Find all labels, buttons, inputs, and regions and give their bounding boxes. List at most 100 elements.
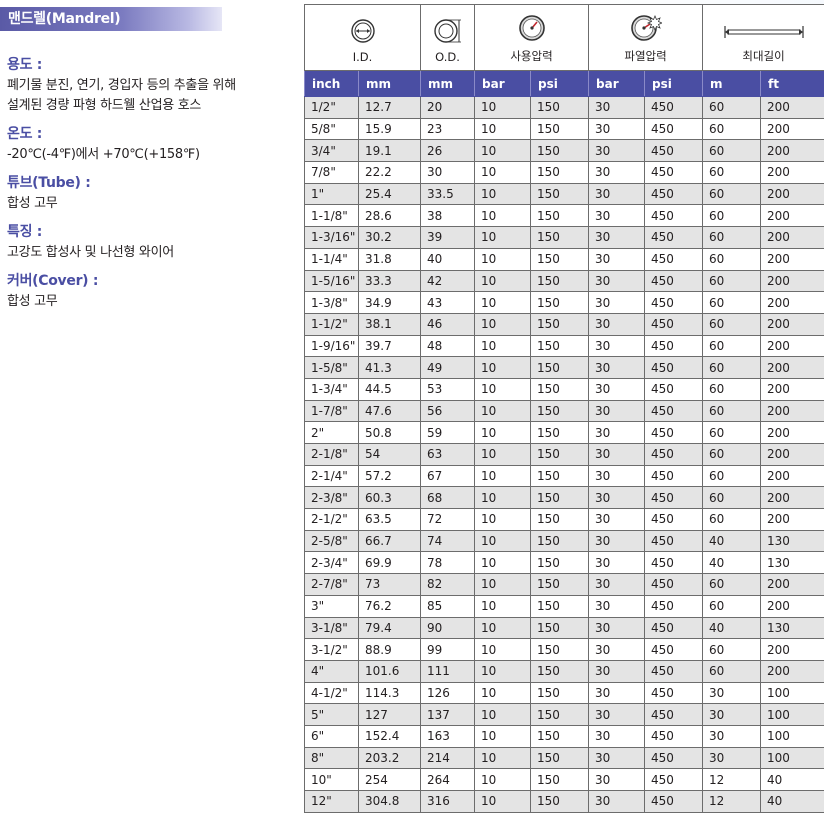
header-label: 사용압력 — [510, 49, 552, 63]
table-cell: 66.7 — [359, 530, 421, 552]
table-cell: 1-5/16" — [305, 270, 359, 292]
table-cell: 12.7 — [359, 97, 421, 119]
table-row: 10"25426410150304501240 — [305, 769, 824, 791]
unit-header: psi — [531, 71, 589, 97]
table-cell: 60 — [703, 639, 761, 661]
table-cell: 450 — [645, 509, 703, 531]
table-cell: 30 — [703, 682, 761, 704]
table-cell: 30 — [589, 509, 645, 531]
table-cell: 60 — [703, 378, 761, 400]
table-cell: 10 — [475, 205, 531, 227]
table-cell: 150 — [531, 205, 589, 227]
table-cell: 90 — [421, 617, 475, 639]
table-cell: 6" — [305, 725, 359, 747]
pressure-gauge-icon — [518, 14, 546, 42]
table-cell: 450 — [645, 378, 703, 400]
table-cell: 130 — [761, 530, 824, 552]
table-cell: 10 — [475, 444, 531, 466]
spec-value: 합성 고무 — [7, 292, 297, 312]
table-cell: 130 — [761, 617, 824, 639]
table-cell: 1-3/16" — [305, 227, 359, 249]
table-cell: 150 — [531, 292, 589, 314]
table-cell: 10 — [475, 552, 531, 574]
table-cell: 30 — [589, 292, 645, 314]
table-cell: 2-3/4" — [305, 552, 359, 574]
table-cell: 30 — [589, 162, 645, 184]
table-cell: 8" — [305, 747, 359, 769]
table-cell: 10 — [475, 747, 531, 769]
table-row: 1-3/4"44.553101503045060200 — [305, 378, 824, 400]
table-cell: 10 — [475, 704, 531, 726]
table-cell: 111 — [421, 660, 475, 682]
table-cell: 150 — [531, 183, 589, 205]
table-cell: 30 — [589, 465, 645, 487]
table-cell: 60 — [703, 487, 761, 509]
table-cell: 254 — [359, 769, 421, 791]
table-cell: 200 — [761, 205, 824, 227]
table-cell: 450 — [645, 617, 703, 639]
spec-cover: 커버(Cover) : 합성 고무 — [7, 270, 297, 312]
table-cell: 10 — [475, 617, 531, 639]
table-cell: 33.3 — [359, 270, 421, 292]
header-burst-pressure: 파열압력 — [589, 5, 703, 71]
table-cell: 10 — [475, 357, 531, 379]
table-cell: 450 — [645, 313, 703, 335]
header-label: 최대길이 — [742, 49, 784, 63]
table-cell: 10" — [305, 769, 359, 791]
table-cell: 60 — [703, 227, 761, 249]
table-cell: 150 — [531, 313, 589, 335]
table-cell: 1-9/16" — [305, 335, 359, 357]
table-cell: 150 — [531, 791, 589, 813]
table-row: 3"76.285101503045060200 — [305, 595, 824, 617]
table-cell: 19.1 — [359, 140, 421, 162]
table-cell: 316 — [421, 791, 475, 813]
table-row: 5"127137101503045030100 — [305, 704, 824, 726]
table-cell: 40 — [421, 248, 475, 270]
table-cell: 30 — [589, 660, 645, 682]
table-cell: 2" — [305, 422, 359, 444]
table-row: 2"50.859101503045060200 — [305, 422, 824, 444]
table-cell: 450 — [645, 725, 703, 747]
table-cell: 1-7/8" — [305, 400, 359, 422]
spec-usage: 용도 : 폐기물 분진, 연기, 경입자 등의 추출을 위해 설계된 경량 파형… — [7, 54, 297, 116]
unit-header-row: inch mm mm bar psi bar psi m ft — [305, 71, 824, 97]
header-inner-diameter: I.D. — [305, 5, 421, 71]
table-cell: 10 — [475, 530, 531, 552]
table-cell: 150 — [531, 574, 589, 596]
table-row: 4"101.6111101503045060200 — [305, 660, 824, 682]
table-cell: 150 — [531, 747, 589, 769]
table-cell: 450 — [645, 595, 703, 617]
table-cell: 200 — [761, 335, 824, 357]
table-cell: 10 — [475, 660, 531, 682]
table-cell: 43 — [421, 292, 475, 314]
table-cell: 450 — [645, 118, 703, 140]
table-cell: 200 — [761, 400, 824, 422]
table-cell: 69.9 — [359, 552, 421, 574]
table-cell: 1/2" — [305, 97, 359, 119]
table-cell: 60 — [703, 357, 761, 379]
table-cell: 114.3 — [359, 682, 421, 704]
table-cell: 10 — [475, 509, 531, 531]
table-cell: 30 — [589, 639, 645, 661]
table-cell: 150 — [531, 465, 589, 487]
table-cell: 60 — [703, 509, 761, 531]
table-cell: 150 — [531, 725, 589, 747]
table-cell: 22.2 — [359, 162, 421, 184]
table-row: 2-1/4"57.267101503045060200 — [305, 465, 824, 487]
table-cell: 15.9 — [359, 118, 421, 140]
table-cell: 10 — [475, 574, 531, 596]
table-cell: 30 — [589, 205, 645, 227]
table-cell: 200 — [761, 97, 824, 119]
table-cell: 30 — [589, 552, 645, 574]
table-cell: 60.3 — [359, 487, 421, 509]
table-cell: 2-1/8" — [305, 444, 359, 466]
table-row: 3/4"19.126101503045060200 — [305, 140, 824, 162]
table-cell: 56 — [421, 400, 475, 422]
table-cell: 30 — [703, 725, 761, 747]
table-row: 1-3/16"30.239101503045060200 — [305, 227, 824, 249]
table-row: 7/8"22.230101503045060200 — [305, 162, 824, 184]
table-cell: 10 — [475, 487, 531, 509]
table-cell: 200 — [761, 162, 824, 184]
table-cell: 150 — [531, 378, 589, 400]
table-cell: 450 — [645, 162, 703, 184]
